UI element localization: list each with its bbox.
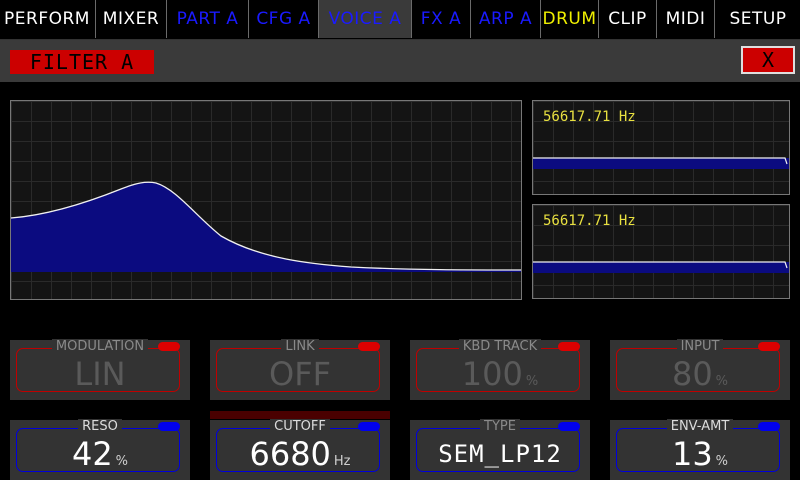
type-label: TYPE: [480, 419, 520, 434]
cutoff-control[interactable]: CUTOFF 6680 Hz: [210, 419, 390, 480]
reso-unit: %: [115, 454, 129, 469]
mini-graph-upper: 56617.71 Hz: [532, 100, 790, 195]
type-indicator: [558, 422, 580, 431]
cutoff-label: CUTOFF: [270, 419, 330, 434]
mini-graph-lower: 56617.71 Hz: [532, 204, 790, 299]
input-value: 80: [671, 355, 713, 393]
kbd-track-value: 100: [461, 355, 523, 393]
type-value: SEM_LP12: [438, 440, 562, 468]
cutoff-highlight-strip: [210, 411, 390, 419]
frequency-readout-lower: 56617.71 Hz: [543, 213, 636, 229]
input-indicator: [758, 342, 780, 351]
cutoff-value: 6680: [249, 435, 331, 473]
close-button[interactable]: X: [741, 46, 795, 74]
tab-midi[interactable]: MIDI: [656, 0, 714, 38]
reso-control[interactable]: RESO 42%: [10, 419, 190, 480]
tab-cfg-a[interactable]: CFG A: [248, 0, 318, 38]
input-unit: %: [715, 374, 729, 389]
reso-indicator: [158, 422, 180, 431]
env-amt-indicator: [758, 422, 780, 431]
tab-drum[interactable]: DRUM: [540, 0, 598, 38]
tab-bar: PERFORM MIXER PART A CFG A VOICE A FX A …: [0, 0, 800, 40]
kbd-track-label: KBD TRACK: [458, 339, 542, 354]
modulation-label: MODULATION: [51, 339, 149, 354]
env-amt-control[interactable]: ENV-AMT 13%: [610, 419, 790, 480]
cutoff-unit: Hz: [333, 454, 351, 469]
tab-fx-a[interactable]: FX A: [411, 0, 470, 38]
modulation-control[interactable]: MODULATION LIN: [10, 339, 190, 400]
filter-response-curve: [11, 181, 521, 272]
env-amt-value: 13: [671, 435, 713, 473]
modulation-value: LIN: [74, 355, 126, 393]
kbd-track-control[interactable]: KBD TRACK 100%: [410, 339, 590, 400]
tab-arp-a[interactable]: ARP A: [470, 0, 540, 38]
frequency-readout-upper: 56617.71 Hz: [543, 109, 636, 125]
tab-mixer[interactable]: MIXER: [95, 0, 166, 38]
input-label: INPUT: [676, 339, 724, 354]
type-control[interactable]: TYPE SEM_LP12: [410, 419, 590, 480]
input-control[interactable]: INPUT 80%: [610, 339, 790, 400]
link-control[interactable]: LINK OFF: [210, 339, 390, 400]
tab-perform[interactable]: PERFORM: [0, 0, 94, 38]
env-amt-unit: %: [715, 454, 729, 469]
link-label: LINK: [281, 339, 319, 354]
filter-response-graph: [10, 100, 522, 300]
cutoff-indicator: [358, 422, 380, 431]
link-value: OFF: [269, 355, 331, 393]
reso-label: RESO: [78, 419, 122, 434]
modulation-indicator: [158, 342, 180, 351]
link-indicator: [358, 342, 380, 351]
tab-part-a[interactable]: PART A: [166, 0, 248, 38]
tab-voice-a[interactable]: VOICE A: [318, 0, 411, 38]
env-amt-label: ENV-AMT: [666, 419, 734, 434]
tab-clip[interactable]: CLIP: [598, 0, 656, 38]
kbd-track-indicator: [558, 342, 580, 351]
tab-setup[interactable]: SETUP: [714, 0, 800, 38]
reso-value: 42: [71, 435, 113, 473]
dialog-title: FILTER A: [10, 50, 154, 74]
kbd-track-unit: %: [525, 374, 539, 389]
